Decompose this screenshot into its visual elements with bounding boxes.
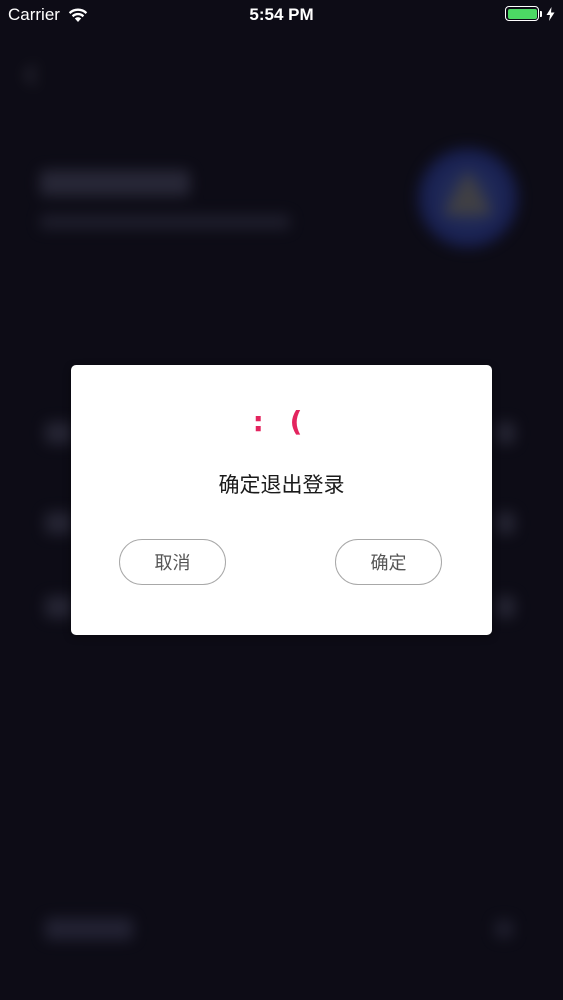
battery-icon bbox=[505, 6, 539, 21]
chevron-right-icon bbox=[495, 920, 513, 938]
status-bar: Carrier 5:54 PM bbox=[0, 0, 563, 30]
confirm-button[interactable]: 确定 bbox=[335, 539, 442, 585]
battery-fill bbox=[507, 8, 537, 19]
status-time: 5:54 PM bbox=[249, 5, 314, 24]
logout-confirm-dialog: : ( 确定退出登录 取消 确定 bbox=[71, 365, 492, 635]
menu-row-icon bbox=[45, 512, 73, 534]
background-username-placeholder bbox=[40, 170, 190, 196]
avatar-logo-icon bbox=[443, 170, 493, 215]
menu-row-icon bbox=[45, 422, 73, 444]
sad-face-icon: : ( bbox=[252, 405, 311, 438]
background-logout-placeholder bbox=[45, 918, 133, 940]
dialog-message: 确定退出登录 bbox=[218, 473, 345, 497]
charging-bolt-icon bbox=[546, 6, 555, 21]
menu-row-icon bbox=[45, 596, 73, 618]
battery-nub bbox=[540, 10, 542, 17]
back-arrow-icon bbox=[25, 65, 45, 85]
chevron-right-icon bbox=[497, 596, 515, 618]
chevron-right-icon bbox=[497, 422, 515, 444]
background-subtitle-placeholder bbox=[40, 215, 290, 229]
chevron-right-icon bbox=[497, 512, 515, 534]
battery-indicator bbox=[505, 6, 555, 21]
cancel-button[interactable]: 取消 bbox=[119, 539, 226, 585]
